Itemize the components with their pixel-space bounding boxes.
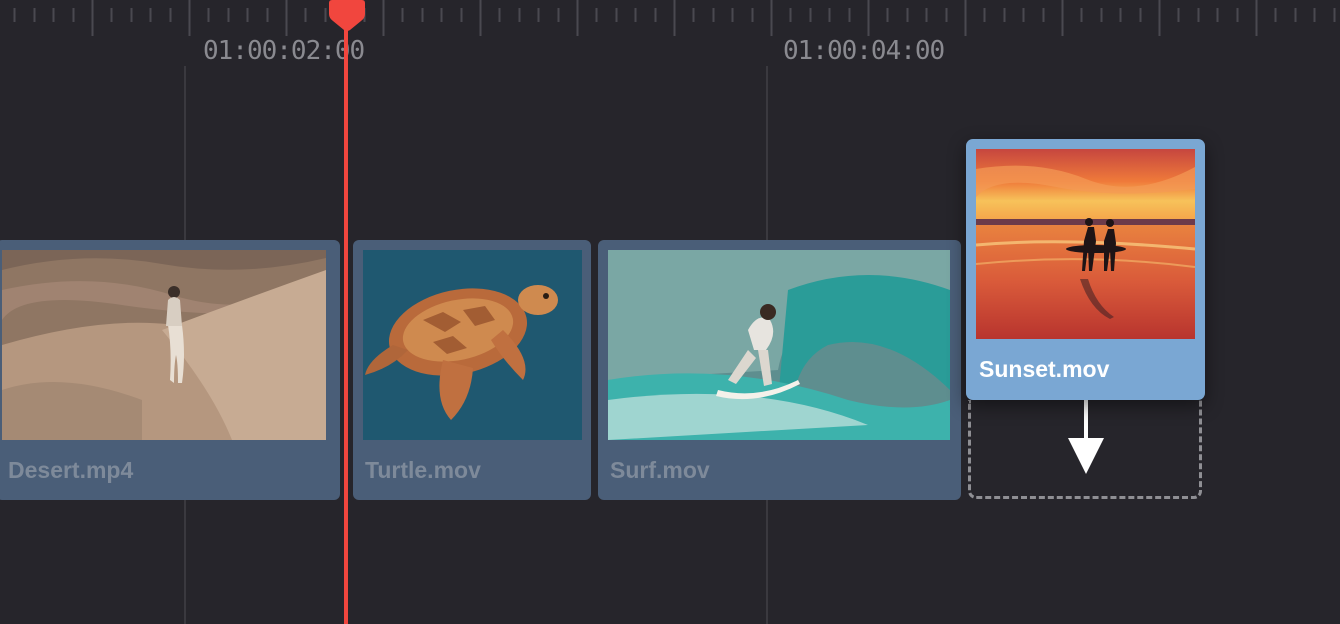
timecode-label: 01:00:02:00 (203, 36, 365, 66)
playhead-line (344, 10, 348, 624)
sea-turtle-icon (363, 250, 582, 440)
clip-name: Desert.mp4 (8, 457, 134, 483)
surfer-wave-icon (608, 250, 950, 440)
timeline-ruler[interactable] (0, 0, 1340, 38)
timeline-clip-desert[interactable]: Desert.mp4 (0, 240, 340, 500)
desert-figure-icon (2, 250, 326, 440)
clip-name: Surf.mov (610, 457, 710, 483)
clip-name: Turtle.mov (365, 457, 481, 483)
sunset-surfers-icon (976, 149, 1195, 339)
ruler-ticks (13, 0, 1336, 36)
timecode-label: 01:00:04:00 (783, 36, 945, 66)
timeline-clip-turtle[interactable]: Turtle.mov (353, 240, 591, 500)
dragged-clip-sunset[interactable]: Sunset.mov (966, 139, 1205, 400)
timeline-clip-surf[interactable]: Surf.mov (598, 240, 961, 500)
arrow-down-icon (1068, 400, 1104, 474)
playhead-handle-icon[interactable] (328, 0, 366, 32)
clip-name: Sunset.mov (979, 356, 1110, 382)
